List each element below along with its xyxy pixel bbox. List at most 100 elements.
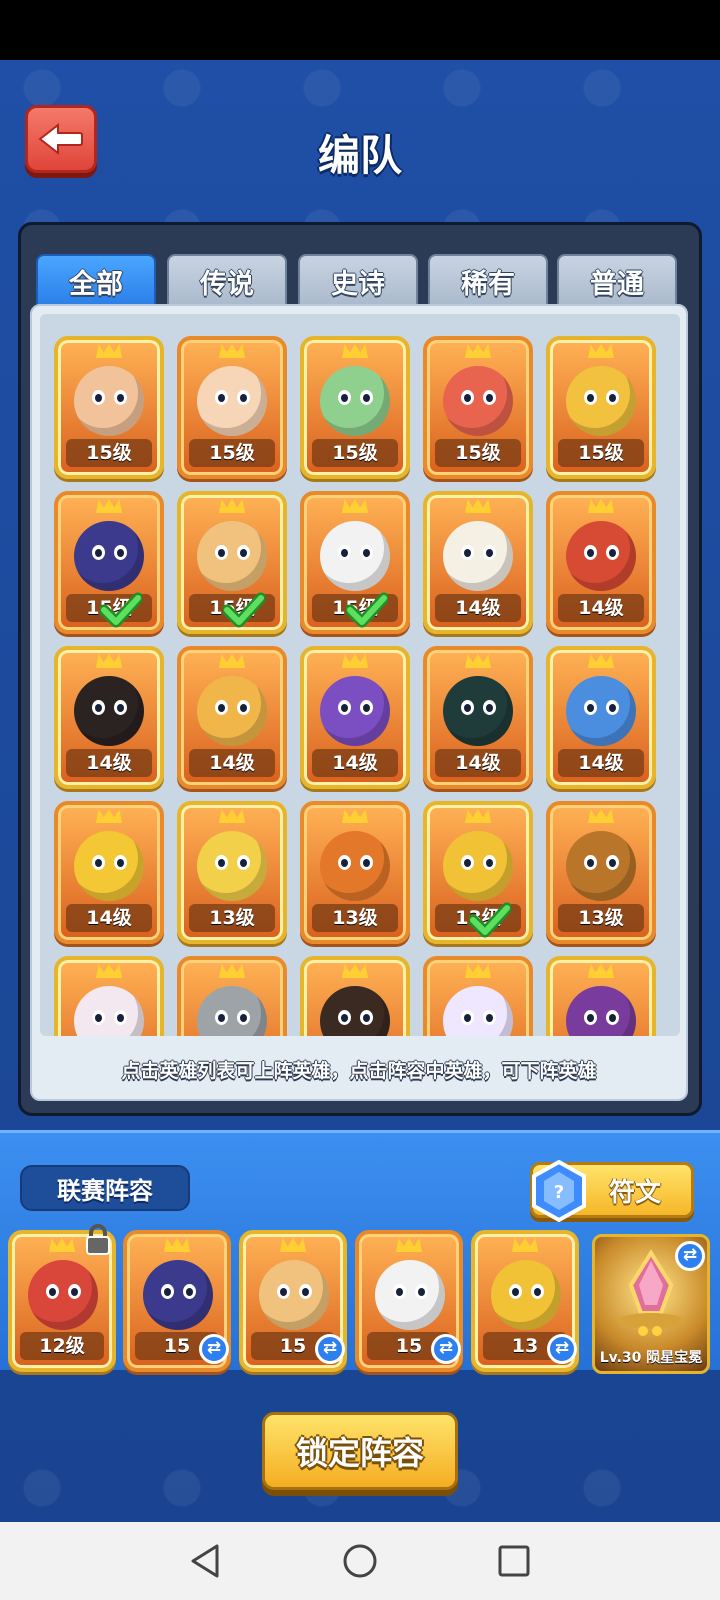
lineup-slot[interactable]: 15 ⇄ — [355, 1230, 463, 1372]
eye-icon — [606, 390, 619, 405]
lineup-slot[interactable]: 13 ⇄ — [471, 1230, 579, 1372]
recents-nav-icon[interactable] — [493, 1540, 535, 1582]
back-nav-icon[interactable] — [185, 1540, 227, 1582]
eye-icon — [237, 1010, 250, 1025]
eye-icon — [338, 1010, 351, 1025]
hero-card[interactable]: 14级 — [546, 646, 656, 789]
hero-level: 14级 — [312, 749, 398, 777]
hero-card[interactable]: 14级 — [300, 646, 410, 789]
hero-card[interactable]: 14级 — [423, 646, 533, 789]
hero-card[interactable]: 14级 — [423, 491, 533, 634]
hero-level: 14级 — [558, 594, 644, 622]
tab-all[interactable]: 全部 — [36, 254, 156, 306]
hero-portrait — [443, 986, 513, 1036]
hero-card[interactable] — [423, 956, 533, 1036]
eye-icon — [215, 390, 228, 405]
hero-card[interactable]: 15级 — [54, 336, 164, 479]
eye-icon — [92, 390, 105, 405]
eye-icon — [215, 700, 228, 715]
crown-icon — [588, 344, 614, 358]
eye-icon — [338, 390, 351, 405]
swap-icon[interactable]: ⇄ — [431, 1334, 461, 1364]
eye-icon — [237, 390, 250, 405]
lock-icon — [86, 1224, 110, 1255]
tab-rare[interactable]: 稀有 — [428, 254, 548, 306]
eye-icon — [461, 545, 474, 560]
hero-portrait — [259, 1260, 329, 1330]
hero-grid: 15级 15级 15级 15级 15级 15级 15级 15级 14级 14级 … — [54, 336, 656, 1036]
hero-card[interactable]: 15级 — [423, 336, 533, 479]
treasure-label: Lv.30 陨星宝冕 — [599, 1350, 703, 1366]
hero-card[interactable]: 15级 — [300, 491, 410, 634]
eye-icon — [299, 1284, 312, 1299]
hero-card[interactable] — [177, 956, 287, 1036]
hero-level: 14级 — [189, 749, 275, 777]
treasure-slot[interactable]: ⇄ Lv.30 陨星宝冕 — [592, 1234, 710, 1374]
hero-portrait — [320, 676, 390, 746]
eye-icon — [483, 545, 496, 560]
hero-level: 13级 — [558, 904, 644, 932]
swap-icon[interactable]: ⇄ — [199, 1334, 229, 1364]
eye-icon — [461, 1010, 474, 1025]
crown-icon — [342, 964, 368, 978]
tab-epic[interactable]: 史诗 — [298, 254, 418, 306]
home-nav-icon[interactable] — [339, 1540, 381, 1582]
hero-card[interactable]: 14级 — [54, 801, 164, 944]
hero-card[interactable]: 15级 — [546, 336, 656, 479]
hero-card[interactable]: 13级 — [177, 801, 287, 944]
hero-card[interactable]: 15级 — [177, 336, 287, 479]
check-icon — [469, 902, 511, 938]
swap-icon[interactable]: ⇄ — [547, 1334, 577, 1364]
hero-level: 15级 — [66, 439, 152, 467]
eye-icon — [483, 390, 496, 405]
lineup-slot[interactable]: 12级 — [8, 1224, 116, 1372]
crown-icon — [96, 809, 122, 823]
crown-icon — [465, 654, 491, 668]
eye-icon — [584, 545, 597, 560]
crown-icon — [49, 1238, 75, 1252]
swap-icon[interactable]: ⇄ — [315, 1334, 345, 1364]
eye-icon — [461, 700, 474, 715]
crown-icon — [588, 964, 614, 978]
hero-list-scroll[interactable]: 15级 15级 15级 15级 15级 15级 15级 15级 14级 14级 … — [40, 314, 680, 1036]
crown-icon — [219, 499, 245, 513]
hero-card[interactable]: 15级 — [177, 491, 287, 634]
hero-card[interactable]: 14级 — [54, 646, 164, 789]
hero-card[interactable]: 13级 — [423, 801, 533, 944]
lock-lineup-button[interactable]: 锁定阵容 — [262, 1412, 458, 1490]
lineup-slot[interactable]: 15 ⇄ — [239, 1230, 347, 1372]
eye-icon — [215, 545, 228, 560]
status-bar — [0, 0, 720, 60]
hero-level: 14级 — [66, 749, 152, 777]
tab-common[interactable]: 普通 — [557, 254, 677, 306]
hero-card[interactable]: 15级 — [54, 491, 164, 634]
hero-card[interactable] — [300, 956, 410, 1036]
eye-icon — [606, 855, 619, 870]
hero-card[interactable]: 15级 — [300, 336, 410, 479]
eye-icon — [584, 700, 597, 715]
eye-icon — [360, 700, 373, 715]
hero-card[interactable] — [546, 956, 656, 1036]
crown-icon — [512, 1238, 538, 1252]
eye-icon — [114, 855, 127, 870]
eye-icon — [415, 1284, 428, 1299]
crown-icon — [219, 964, 245, 978]
lineup-slot[interactable]: 15 ⇄ — [123, 1230, 231, 1372]
eye-icon — [215, 855, 228, 870]
hero-portrait — [74, 521, 144, 591]
hero-card[interactable]: 13级 — [546, 801, 656, 944]
hero-card[interactable]: 13级 — [300, 801, 410, 944]
swap-icon[interactable]: ⇄ — [675, 1241, 705, 1271]
hero-card[interactable]: 14级 — [177, 646, 287, 789]
hero-card[interactable]: 14级 — [546, 491, 656, 634]
tab-legendary[interactable]: 传说 — [167, 254, 287, 306]
eye-icon — [606, 545, 619, 560]
eye-icon — [237, 855, 250, 870]
crown-icon — [96, 499, 122, 513]
hero-portrait — [566, 831, 636, 901]
hero-portrait — [74, 986, 144, 1036]
crown-icon — [219, 344, 245, 358]
hero-level: 12级 — [20, 1332, 104, 1360]
hero-card[interactable] — [54, 956, 164, 1036]
hero-portrait — [320, 986, 390, 1036]
